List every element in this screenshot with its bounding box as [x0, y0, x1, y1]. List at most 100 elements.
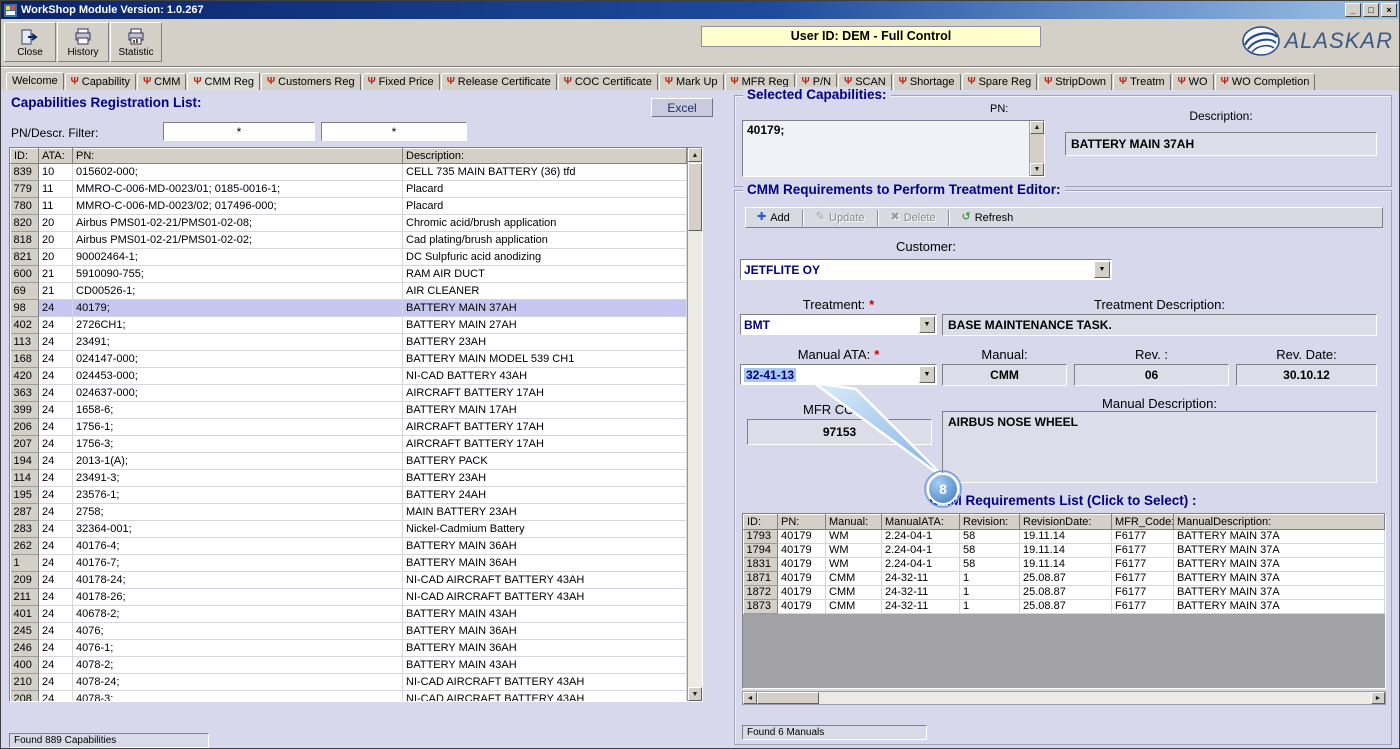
tab-wo-completion[interactable]: ΨWO Completion	[1215, 73, 1316, 91]
pn-filter-input[interactable]	[163, 122, 315, 141]
column-header[interactable]: PN:	[778, 515, 826, 530]
tab-capability[interactable]: ΨCapability	[65, 73, 136, 91]
vertical-scrollbar[interactable]: ▲ ▼	[687, 148, 702, 701]
table-row[interactable]: 402242726CH1;BATTERY MAIN 27AH	[11, 317, 687, 334]
update-button[interactable]: ✎ Update	[809, 209, 872, 226]
manual-ata-dropdown[interactable]: 32-41-13 ▼	[740, 364, 937, 385]
table-cell: 40179	[778, 544, 826, 558]
column-header[interactable]: ID:	[11, 149, 39, 164]
scrollbar-thumb[interactable]	[688, 163, 702, 231]
pn-scrollbar[interactable]: ▲ ▼	[1029, 121, 1044, 176]
column-header[interactable]: ManualDescription:	[1174, 515, 1385, 530]
table-row[interactable]: 179340179WM2.24-04-15819.11.14F6177BATTE…	[744, 530, 1385, 544]
table-row[interactable]: 12440176-7;BATTERY MAIN 36AH	[11, 555, 687, 572]
scroll-left-icon[interactable]: ◄	[743, 692, 757, 704]
treatment-dropdown[interactable]: BMT ▼	[740, 314, 937, 335]
scroll-right-icon[interactable]: ►	[1371, 692, 1385, 704]
filter-label: PN/Descr. Filter:	[11, 126, 98, 140]
delete-button[interactable]: ✖ Delete	[884, 209, 943, 226]
table-row[interactable]: 83910015602-000;CELL 735 MAIN BATTERY (3…	[11, 164, 687, 181]
table-row[interactable]: 6921CD00526-1;AIR CLEANER	[11, 283, 687, 300]
close-window-icon[interactable]: ×	[1381, 3, 1397, 17]
table-row[interactable]: 1952423576-1;BATTERY 24AH	[11, 487, 687, 504]
column-header[interactable]: ID:	[744, 515, 778, 530]
close-button[interactable]: Close	[4, 22, 56, 62]
table-row[interactable]: 399241658-6;BATTERY MAIN 17AH	[11, 402, 687, 419]
dropdown-arrow-icon[interactable]: ▼	[919, 366, 935, 383]
column-header[interactable]: Manual:	[826, 515, 882, 530]
dropdown-arrow-icon[interactable]: ▼	[1094, 261, 1110, 278]
table-row[interactable]: 246244076-1;BATTERY MAIN 36AH	[11, 640, 687, 657]
tab-cmm-reg[interactable]: ΨCMM Reg	[187, 72, 260, 91]
maximize-icon[interactable]: □	[1363, 3, 1379, 17]
table-row[interactable]: 179440179WM2.24-04-15819.11.14F6177BATTE…	[744, 544, 1385, 558]
table-row[interactable]: 187240179CMM24-32-11125.08.87F6177BATTER…	[744, 586, 1385, 600]
table-row[interactable]: 42024024453-000;NI-CAD BATTERY 43AH	[11, 368, 687, 385]
tab-welcome[interactable]: Welcome	[6, 72, 64, 90]
add-button[interactable]: ✚ Add	[750, 209, 797, 226]
table-row[interactable]: 187340179CMM24-32-11125.08.87F6177BATTER…	[744, 600, 1385, 614]
descr-filter-input[interactable]	[321, 122, 467, 141]
statistic-button[interactable]: Statistic	[110, 22, 162, 62]
column-header[interactable]: MFR_Code:	[1112, 515, 1174, 530]
column-header[interactable]: ManualATA:	[882, 515, 960, 530]
table-row[interactable]: 982440179;BATTERY MAIN 37AH	[11, 300, 687, 317]
table-row[interactable]: 206241756-1;AIRCRAFT BATTERY 17AH	[11, 419, 687, 436]
table-row[interactable]: 8212090002464-1;DC Sulpfuric acid anodiz…	[11, 249, 687, 266]
column-header[interactable]: ATA:	[39, 149, 73, 164]
tab-cmm[interactable]: ΨCMM	[137, 73, 186, 91]
tab-stripdown[interactable]: ΨStripDown	[1038, 73, 1112, 91]
refresh-button[interactable]: ↺ Refresh	[955, 209, 1021, 226]
tab-treatm[interactable]: ΨTreatm	[1113, 73, 1171, 91]
table-row[interactable]: 81820Airbus PMS01-02-21/PMS01-02-02;Cad …	[11, 232, 687, 249]
table-row[interactable]: 400244078-2;BATTERY MAIN 43AH	[11, 657, 687, 674]
table-row[interactable]: 187140179CMM24-32-11125.08.87F6177BATTER…	[744, 572, 1385, 586]
table-row[interactable]: 207241756-3;AIRCRAFT BATTERY 17AH	[11, 436, 687, 453]
minimize-icon[interactable]: _	[1345, 3, 1361, 17]
table-row[interactable]: 183140179WM2.24-04-15819.11.14F6177BATTE…	[744, 558, 1385, 572]
scroll-down-icon[interactable]: ▼	[688, 687, 702, 701]
table-row[interactable]: 77911MMRO-C-006-MD-0023/01; 0185-0016-1;…	[11, 181, 687, 198]
tab-mark-up[interactable]: ΨMark Up	[659, 73, 724, 91]
scrollbar-thumb[interactable]	[757, 692, 819, 704]
table-row[interactable]: 194242013-1(A);BATTERY PACK	[11, 453, 687, 470]
dropdown-arrow-icon[interactable]: ▼	[919, 316, 935, 333]
table-row[interactable]: 1132423491;BATTERY 23AH	[11, 334, 687, 351]
tab-release-certificate[interactable]: ΨRelease Certificate	[441, 73, 557, 91]
pn-scroll-down-icon[interactable]: ▼	[1030, 163, 1044, 176]
table-row[interactable]: 2112440178-26;NI-CAD AIRCRAFT BATTERY 43…	[11, 589, 687, 606]
selected-capabilities-group: Selected Capabilities: PN: 40179; ▲ ▼ De…	[734, 95, 1392, 187]
column-header[interactable]: RevisionDate:	[1020, 515, 1112, 530]
table-row[interactable]: 78011MMRO-C-006-MD-0023/02; 017496-000;P…	[11, 198, 687, 215]
table-row[interactable]: 245244076;BATTERY MAIN 36AH	[11, 623, 687, 640]
table-row[interactable]: 4012440678-2;BATTERY MAIN 43AH	[11, 606, 687, 623]
column-header[interactable]: PN:	[73, 149, 403, 164]
table-row[interactable]: 2832432364-001;Nickel-Cadmium Battery	[11, 521, 687, 538]
column-header[interactable]: Revision:	[960, 515, 1020, 530]
cmm-requirements-table: ID:PN:Manual:ManualATA:Revision:Revision…	[743, 514, 1385, 614]
table-row[interactable]: 2092440178-24;NI-CAD AIRCRAFT BATTERY 43…	[11, 572, 687, 589]
table-row[interactable]: 208244078-3;NI-CAD AIRCRAFT BATTERY 43AH	[11, 691, 687, 703]
table-row[interactable]: 82020Airbus PMS01-02-21/PMS01-02-08;Chro…	[11, 215, 687, 232]
pn-scroll-up-icon[interactable]: ▲	[1030, 121, 1044, 134]
column-header[interactable]: Description:	[403, 149, 687, 164]
tab-wo[interactable]: ΨWO	[1172, 73, 1214, 91]
table-row[interactable]: 210244078-24;NI-CAD AIRCRAFT BATTERY 43A…	[11, 674, 687, 691]
table-row[interactable]: 287242758;MAIN BATTERY 23AH	[11, 504, 687, 521]
horizontal-scrollbar[interactable]: ◄ ►	[742, 691, 1386, 705]
table-row[interactable]: 1142423491-3;BATTERY 23AH	[11, 470, 687, 487]
table-row[interactable]: 36324024637-000;AIRCRAFT BATTERY 17AH	[11, 385, 687, 402]
table-row[interactable]: 600215910090-755;RAM AIR DUCT	[11, 266, 687, 283]
table-row[interactable]: 16824024147-000;BATTERY MAIN MODEL 539 C…	[11, 351, 687, 368]
scroll-up-icon[interactable]: ▲	[688, 148, 702, 162]
customer-dropdown[interactable]: JETFLITE OY ▼	[740, 259, 1112, 280]
pn-value-box[interactable]: 40179; ▲ ▼	[742, 120, 1045, 177]
tab-coc-certificate[interactable]: ΨCOC Certificate	[558, 73, 658, 91]
tab-shortage[interactable]: ΨShortage	[893, 73, 961, 91]
excel-button[interactable]: Excel	[651, 98, 713, 117]
table-row[interactable]: 2622440176-4;BATTERY MAIN 36AH	[11, 538, 687, 555]
tab-customers-reg[interactable]: ΨCustomers Reg	[261, 73, 361, 91]
history-button[interactable]: History	[57, 22, 109, 62]
tab-fixed-price[interactable]: ΨFixed Price	[362, 73, 440, 91]
tab-spare-reg[interactable]: ΨSpare Reg	[962, 73, 1038, 91]
